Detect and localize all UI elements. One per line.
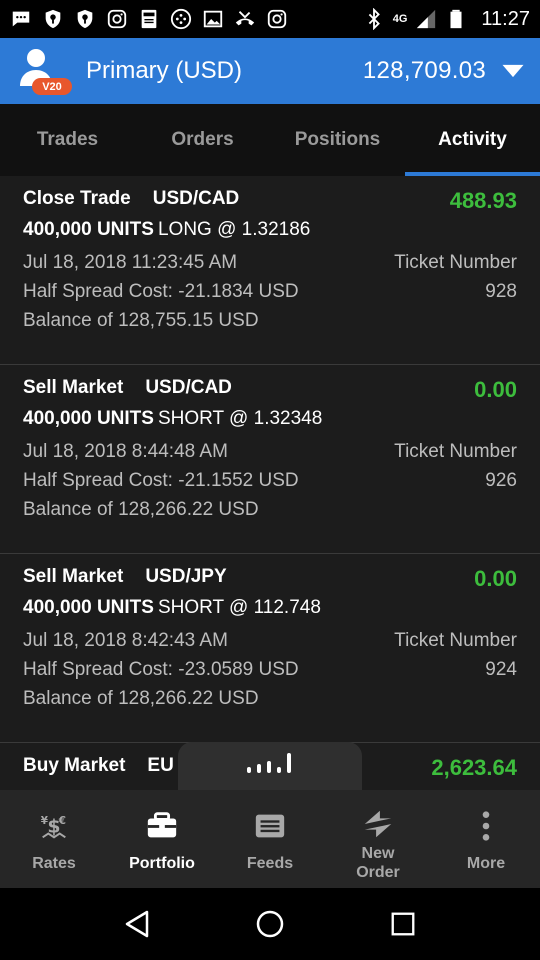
ticket-number: 926 xyxy=(485,470,517,491)
activity-units-row: 400,000 UNITS SHORT @ 112.748 xyxy=(23,597,321,619)
more-icon xyxy=(468,808,504,844)
activity-spread-cost: Half Spread Cost: -21.1552 USD xyxy=(23,470,299,491)
activity-pair: USD/JPY xyxy=(145,566,227,587)
activity-amount: 488.93 xyxy=(449,188,517,213)
activity-header: Close Trade USD/CAD xyxy=(23,188,239,210)
instagram-icon xyxy=(106,8,128,30)
activity-pair: USD/CAD xyxy=(152,188,240,209)
portfolio-tabs: Trades Orders Positions Activity xyxy=(0,104,540,176)
nav-portfolio[interactable]: Portfolio xyxy=(108,790,216,888)
activity-balance: Balance of 128,755.15 USD xyxy=(23,310,259,331)
activity-item[interactable]: Sell Market USD/JPY 0.00 400,000 UNITS S… xyxy=(0,554,540,743)
activity-item[interactable]: Close Trade USD/CAD 488.93 400,000 UNITS… xyxy=(0,176,540,365)
activity-amount: 0.00 xyxy=(474,566,517,591)
battery-icon xyxy=(445,8,467,30)
nav-label: New Order xyxy=(356,845,400,881)
v20-badge: V20 xyxy=(32,78,72,95)
ticket-number: 924 xyxy=(485,659,517,680)
nav-label: Rates xyxy=(32,855,76,872)
tab-activity[interactable]: Activity xyxy=(405,104,540,176)
game-icon xyxy=(170,8,192,30)
activity-spread-cost: Half Spread Cost: -23.0589 USD xyxy=(23,659,299,680)
activity-date: Jul 18, 2018 8:44:48 AM xyxy=(23,441,228,462)
activity-header: Sell Market USD/JPY xyxy=(23,566,227,588)
activity-date: Jul 18, 2018 11:23:45 AM xyxy=(23,252,238,273)
activity-units: 400,000 UNITS xyxy=(23,408,154,429)
activity-units: 400,000 UNITS xyxy=(23,597,154,618)
clock: 11:27 xyxy=(481,7,530,30)
nav-new-order[interactable]: New Order xyxy=(324,790,432,888)
bluetooth-icon xyxy=(363,8,385,30)
activity-detail: SHORT @ 1.32348 xyxy=(157,408,323,429)
activity-balance: Balance of 128,266.22 USD xyxy=(23,499,259,520)
ticket-label: Ticket Number xyxy=(394,441,517,462)
image-icon xyxy=(202,8,224,30)
avatar: V20 xyxy=(12,38,74,104)
nav-feeds[interactable]: Feeds xyxy=(216,790,324,888)
account-header[interactable]: V20 Primary (USD) 128,709.03 xyxy=(0,38,540,104)
activity-list[interactable]: Close Trade USD/CAD 488.93 400,000 UNITS… xyxy=(0,176,540,788)
rates-icon: ¥ $ € xyxy=(36,808,72,844)
activity-header: Sell Market USD/CAD xyxy=(23,377,232,399)
new-order-icon xyxy=(360,806,396,842)
bottom-nav: ¥ $ € Rates Portfolio Feeds New Order Mo… xyxy=(0,790,540,888)
back-icon[interactable] xyxy=(117,904,157,944)
nav-rates[interactable]: ¥ $ € Rates xyxy=(0,790,108,888)
message-icon xyxy=(10,8,32,30)
instagram-icon xyxy=(266,8,288,30)
activity-item[interactable]: Sell Market USD/CAD 0.00 400,000 UNITS S… xyxy=(0,365,540,554)
account-name: Primary (USD) xyxy=(86,57,242,84)
activity-type: Sell Market xyxy=(23,566,124,587)
ticket-label: Ticket Number xyxy=(394,252,517,273)
svg-text:€: € xyxy=(58,815,66,827)
activity-amount: 2,623.64 xyxy=(431,755,517,780)
activity-units-row: 400,000 UNITS SHORT @ 1.32348 xyxy=(23,408,322,430)
activity-amount: 0.00 xyxy=(474,377,517,402)
shield-icon xyxy=(42,8,64,30)
account-balance: 128,709.03 xyxy=(362,57,486,84)
activity-pair: USD/CAD xyxy=(145,377,232,398)
activity-type: Buy Market xyxy=(23,755,126,776)
activity-header: Buy Market EU xyxy=(23,755,174,777)
activity-spread-cost: Half Spread Cost: -21.1834 USD xyxy=(23,281,299,302)
signal-bars-icon xyxy=(247,753,291,773)
activity-units: 400,000 UNITS xyxy=(23,219,154,240)
activity-pair: EU xyxy=(147,755,174,776)
tab-positions[interactable]: Positions xyxy=(270,104,405,176)
network-type: 4G xyxy=(392,13,408,25)
recents-icon[interactable] xyxy=(383,904,423,944)
home-icon[interactable] xyxy=(250,904,290,944)
ticket-label: Ticket Number xyxy=(394,630,517,651)
activity-type: Sell Market xyxy=(23,377,124,398)
nav-more[interactable]: More xyxy=(432,790,540,888)
nav-label: Portfolio xyxy=(129,855,195,872)
tab-orders[interactable]: Orders xyxy=(135,104,270,176)
activity-units-row: 400,000 UNITS LONG @ 1.32186 xyxy=(23,219,310,241)
briefcase-icon xyxy=(144,808,180,844)
ticket-number: 928 xyxy=(485,281,517,302)
activity-detail: LONG @ 1.32186 xyxy=(157,219,311,240)
activity-type: Close Trade xyxy=(23,188,131,209)
feeds-icon xyxy=(252,808,288,844)
bible-icon xyxy=(138,8,160,30)
system-nav xyxy=(0,888,540,960)
missed-call-icon xyxy=(234,8,256,30)
activity-date: Jul 18, 2018 8:42:43 AM xyxy=(23,630,228,651)
signal-icon xyxy=(415,8,437,30)
chevron-down-icon[interactable] xyxy=(500,61,526,81)
activity-detail: SHORT @ 112.748 xyxy=(157,597,321,618)
nav-label: More xyxy=(466,855,506,872)
status-bar: 4G 11:27 xyxy=(0,0,540,38)
nav-label: Feeds xyxy=(246,855,294,872)
activity-balance: Balance of 128,266.22 USD xyxy=(23,688,259,709)
chart-drawer-handle[interactable] xyxy=(178,742,362,790)
shield-icon xyxy=(74,8,96,30)
tab-trades[interactable]: Trades xyxy=(0,104,135,176)
